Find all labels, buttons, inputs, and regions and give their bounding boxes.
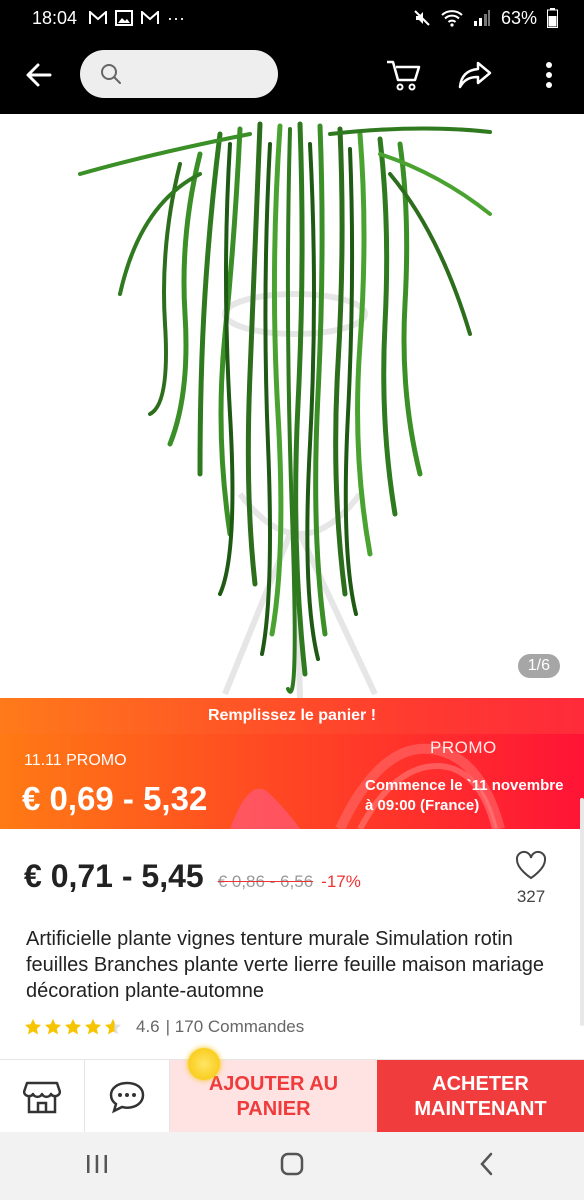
recent-apps-button[interactable] — [84, 1152, 110, 1181]
gmail-icon — [141, 11, 160, 24]
product-image — [78, 121, 492, 698]
cart-button[interactable] — [384, 56, 422, 94]
promo-start-text: Commence le `11 novembre à 09:00 (France… — [365, 777, 564, 814]
wishlist-button[interactable]: 327 — [508, 850, 554, 907]
half-star-icon — [104, 1018, 122, 1035]
share-icon — [458, 61, 492, 89]
product-title: Artificielle plante vignes tenture mural… — [26, 928, 545, 1002]
search-input[interactable] — [80, 50, 278, 98]
rating-stars — [24, 1018, 122, 1036]
more-options-button[interactable] — [530, 56, 568, 94]
more-vertical-icon — [546, 62, 552, 88]
star-icon — [24, 1018, 42, 1035]
original-price: € 0,86 - 6,56 — [217, 872, 314, 891]
cart-icon — [387, 60, 421, 91]
promo-block[interactable]: 11.11 PROMO € 0,69 - 5,32 PROMO Commence… — [0, 734, 584, 829]
chat-button[interactable] — [85, 1060, 170, 1133]
back-arrow-icon — [26, 63, 52, 87]
promo-price: € 0,69 - 5,32 — [22, 780, 208, 817]
signal-icon — [473, 10, 490, 26]
star-icon — [64, 1018, 82, 1035]
add-to-cart-label: AJOUTER AU PANIER — [208, 1072, 339, 1120]
star-icon — [44, 1018, 62, 1035]
store-icon — [23, 1081, 61, 1113]
status-time: 18:04 — [32, 7, 78, 28]
heart-icon — [515, 850, 547, 880]
star-icon — [84, 1018, 102, 1035]
system-back-button[interactable] — [474, 1151, 500, 1182]
back-button[interactable] — [22, 58, 56, 92]
rating-row[interactable]: 4.6 | 170 Commandes — [24, 1017, 304, 1037]
orders-count: | 170 Commandes — [165, 1017, 305, 1036]
wifi-icon — [441, 10, 463, 27]
promo-right-label: PROMO — [430, 738, 497, 757]
mute-icon — [414, 10, 430, 26]
current-price: € 0,71 - 5,45 — [24, 858, 204, 894]
battery-icon — [547, 8, 558, 28]
buy-now-label: ACHETER MAINTENANT — [414, 1072, 547, 1120]
promo-left-label: 11.11 PROMO — [24, 752, 127, 769]
rating-value: 4.6 — [136, 1017, 160, 1036]
price-row: € 0,71 - 5,45 € 0,86 - 6,56 -17% — [24, 858, 361, 895]
chevron-left-icon — [479, 1152, 492, 1175]
scroll-indicator — [580, 798, 584, 1026]
promo-banner[interactable]: Remplissez le panier ! — [0, 698, 584, 734]
share-button[interactable] — [456, 56, 494, 94]
search-icon — [101, 64, 121, 84]
coin-icon — [188, 1048, 220, 1080]
chat-icon — [109, 1081, 145, 1113]
wishlist-count: 327 — [516, 887, 546, 906]
image-counter: 1/6 — [517, 654, 560, 678]
home-button[interactable] — [279, 1151, 305, 1182]
buy-now-button[interactable]: ACHETER MAINTENANT — [377, 1060, 584, 1133]
top-app-bar — [0, 36, 584, 114]
image-icon — [115, 10, 134, 26]
status-bar: 18:04 ··· 63% — [0, 0, 584, 36]
add-to-cart-button[interactable]: AJOUTER AU PANIER — [170, 1048, 377, 1133]
battery-percent: 63% — [500, 7, 537, 28]
more-notifications: ··· — [167, 7, 186, 28]
system-nav-bar — [0, 1132, 584, 1200]
status-right: 63% — [413, 8, 558, 29]
notification-icons: ··· — [89, 8, 185, 29]
bottom-action-bar: AJOUTER AU PANIER ACHETER MAINTENANT — [0, 1048, 584, 1133]
recent-apps-icon — [87, 1154, 108, 1173]
home-icon — [280, 1152, 304, 1175]
product-image-carousel[interactable]: 1/6 — [0, 114, 584, 698]
store-button[interactable] — [0, 1060, 85, 1133]
gmail-icon — [89, 11, 108, 24]
discount-badge: -17% — [321, 872, 361, 891]
